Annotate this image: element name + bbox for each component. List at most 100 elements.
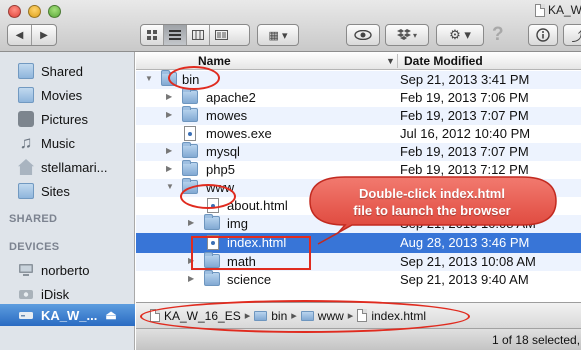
path-item-bin[interactable]: bin: [271, 309, 287, 323]
file-row-index-html[interactable]: index.html Aug 28, 2013 3:46 PM: [136, 233, 581, 253]
back-forward-buttons: ◀ ▶: [7, 24, 57, 46]
disclosure-closed-icon[interactable]: ▶: [188, 256, 198, 266]
disclosure-closed-icon[interactable]: ▶: [166, 92, 176, 102]
arrange-button[interactable]: ▦ ▾: [257, 24, 299, 46]
dropbox-icon: ▾: [386, 25, 428, 45]
sidebar-item-label: Pictures: [41, 111, 88, 127]
file-row-mowes[interactable]: ▶ mowes Feb 19, 2013 7:07 PM: [136, 106, 581, 125]
file-name: math: [227, 254, 256, 269]
sidebar: Shared Movies Pictures ♫ Music stellamar…: [0, 52, 135, 350]
html-file-icon: [207, 235, 219, 250]
path-item-volume[interactable]: KA_W_16_ES: [164, 309, 241, 323]
file-name: about.html: [227, 198, 288, 213]
file-name: mowes: [206, 108, 248, 123]
file-row-mowes-exe[interactable]: mowes.exe Jul 16, 2012 10:40 PM: [136, 125, 581, 143]
forward-arrow-icon: ▶: [40, 29, 48, 41]
disclosure-closed-icon[interactable]: ▶: [188, 274, 198, 284]
share-icon: ⤴: [564, 25, 581, 45]
back-arrow-icon: ◀: [15, 29, 24, 41]
sidebar-item-ka-w-disk[interactable]: KA_W_... ⏏: [0, 304, 135, 326]
help-icon[interactable]: ?: [492, 24, 504, 46]
home-icon: [18, 159, 34, 175]
file-icon: [184, 126, 196, 141]
disclosure-open-icon[interactable]: ▼: [145, 74, 155, 84]
disk-icon: [18, 307, 34, 323]
file-date: Sep 21, 2013 10:08 AM: [400, 254, 536, 269]
folder-icon: [182, 178, 198, 194]
forward-button[interactable]: ▶: [32, 25, 56, 45]
file-date: Feb 19, 2013 7:07 PM: [400, 108, 529, 123]
svg-text:▾: ▾: [413, 31, 417, 40]
file-row-mysql[interactable]: ▶ mysql Feb 19, 2013 7:07 PM: [136, 142, 581, 161]
sidebar-item-idisk[interactable]: iDisk: [0, 282, 135, 306]
disclosure-closed-icon[interactable]: ▶: [166, 110, 176, 120]
path-item-www[interactable]: www: [318, 309, 344, 323]
folder-icon: [204, 270, 220, 286]
path-item-file[interactable]: index.html: [371, 309, 426, 323]
quicklook-button[interactable]: [346, 24, 380, 46]
sidebar-item-sites[interactable]: Sites: [0, 179, 135, 203]
folder-icon: [204, 252, 220, 268]
file-date: Feb 19, 2013 7:12 PM: [400, 162, 529, 177]
camera-icon: [18, 111, 34, 127]
computer-icon: [18, 262, 34, 278]
file-name: apache2: [206, 90, 256, 105]
sidebar-item-label: Music: [41, 135, 75, 151]
sidebar-item-shared[interactable]: Shared: [0, 59, 135, 83]
sidebar-item-pictures[interactable]: Pictures: [0, 107, 135, 131]
folder-icon: [182, 106, 198, 122]
arrange-grid-icon: ▦ ▾: [268, 29, 288, 42]
file-date: Sep 21, 2013 3:41 PM: [400, 72, 530, 87]
folder-icon: [18, 63, 34, 79]
disclosure-closed-icon[interactable]: ▶: [188, 218, 198, 228]
path-separator-icon: ▸: [291, 310, 297, 322]
folder-icon: [18, 183, 34, 199]
sidebar-header-shared: SHARED: [9, 213, 58, 225]
file-row-php5[interactable]: ▶ php5 Feb 19, 2013 7:12 PM: [136, 160, 581, 179]
file-name: www: [206, 180, 235, 195]
file-name: science: [227, 272, 272, 287]
sidebar-item-label: Sites: [41, 183, 70, 199]
folder-icon: [182, 142, 198, 158]
file-name: index.html: [227, 235, 287, 250]
folder-icon: [161, 70, 177, 86]
html-file-icon: [207, 198, 219, 213]
path-separator-icon: ▸: [244, 310, 251, 322]
info-button[interactable]: [528, 24, 558, 46]
zoom-window-button[interactable]: [48, 5, 61, 18]
sidebar-item-movies[interactable]: Movies: [0, 83, 135, 107]
date-column-header[interactable]: Date Modified: [397, 54, 483, 68]
folder-icon: [204, 214, 220, 230]
eject-icon[interactable]: ⏏: [105, 308, 116, 322]
disclosure-open-icon[interactable]: ▼: [166, 182, 176, 192]
sidebar-item-norberto[interactable]: norberto: [0, 258, 135, 282]
file-row-math[interactable]: ▶ math Sep 21, 2013 10:08 AM: [136, 252, 581, 271]
sort-indicator-icon: ▼: [386, 56, 395, 66]
sidebar-item-music[interactable]: ♫ Music: [0, 131, 135, 155]
callout-line-1: Double-click index.html: [359, 186, 505, 201]
callout-line-2: file to launch the browser: [353, 203, 511, 218]
dropbox-button[interactable]: ▾: [385, 24, 429, 46]
file-row-apache2[interactable]: ▶ apache2 Feb 19, 2013 7:06 PM: [136, 88, 581, 107]
share-button[interactable]: ⤴: [563, 24, 581, 46]
back-button[interactable]: ◀: [8, 25, 33, 45]
disclosure-closed-icon[interactable]: ▶: [166, 164, 176, 174]
path-separator-icon: ▸: [347, 310, 354, 322]
sidebar-item-home[interactable]: stellamari...: [0, 155, 135, 179]
close-window-button[interactable]: [8, 5, 21, 18]
disclosure-closed-icon[interactable]: ▶: [166, 146, 176, 156]
callout-text: Double-click index.html file to launch t…: [322, 185, 542, 219]
folder-icon: [182, 88, 198, 104]
action-button[interactable]: ⚙ ▾: [436, 24, 484, 46]
selection-status: 1 of 18 selected,: [492, 333, 581, 347]
icon-view-button[interactable]: [141, 25, 164, 45]
cover-flow-button[interactable]: [210, 25, 233, 45]
minimize-window-button[interactable]: [28, 5, 41, 18]
window-title: KA_W_: [535, 3, 581, 17]
sidebar-item-label: iDisk: [41, 286, 70, 302]
file-row-bin[interactable]: ▼ bin Sep 21, 2013 3:41 PM: [136, 70, 581, 89]
name-column-header[interactable]: Name: [198, 54, 231, 68]
column-view-button[interactable]: [187, 25, 210, 45]
list-view-button[interactable]: [164, 25, 187, 45]
file-row-science[interactable]: ▶ science Sep 21, 2013 9:40 AM: [136, 270, 581, 289]
